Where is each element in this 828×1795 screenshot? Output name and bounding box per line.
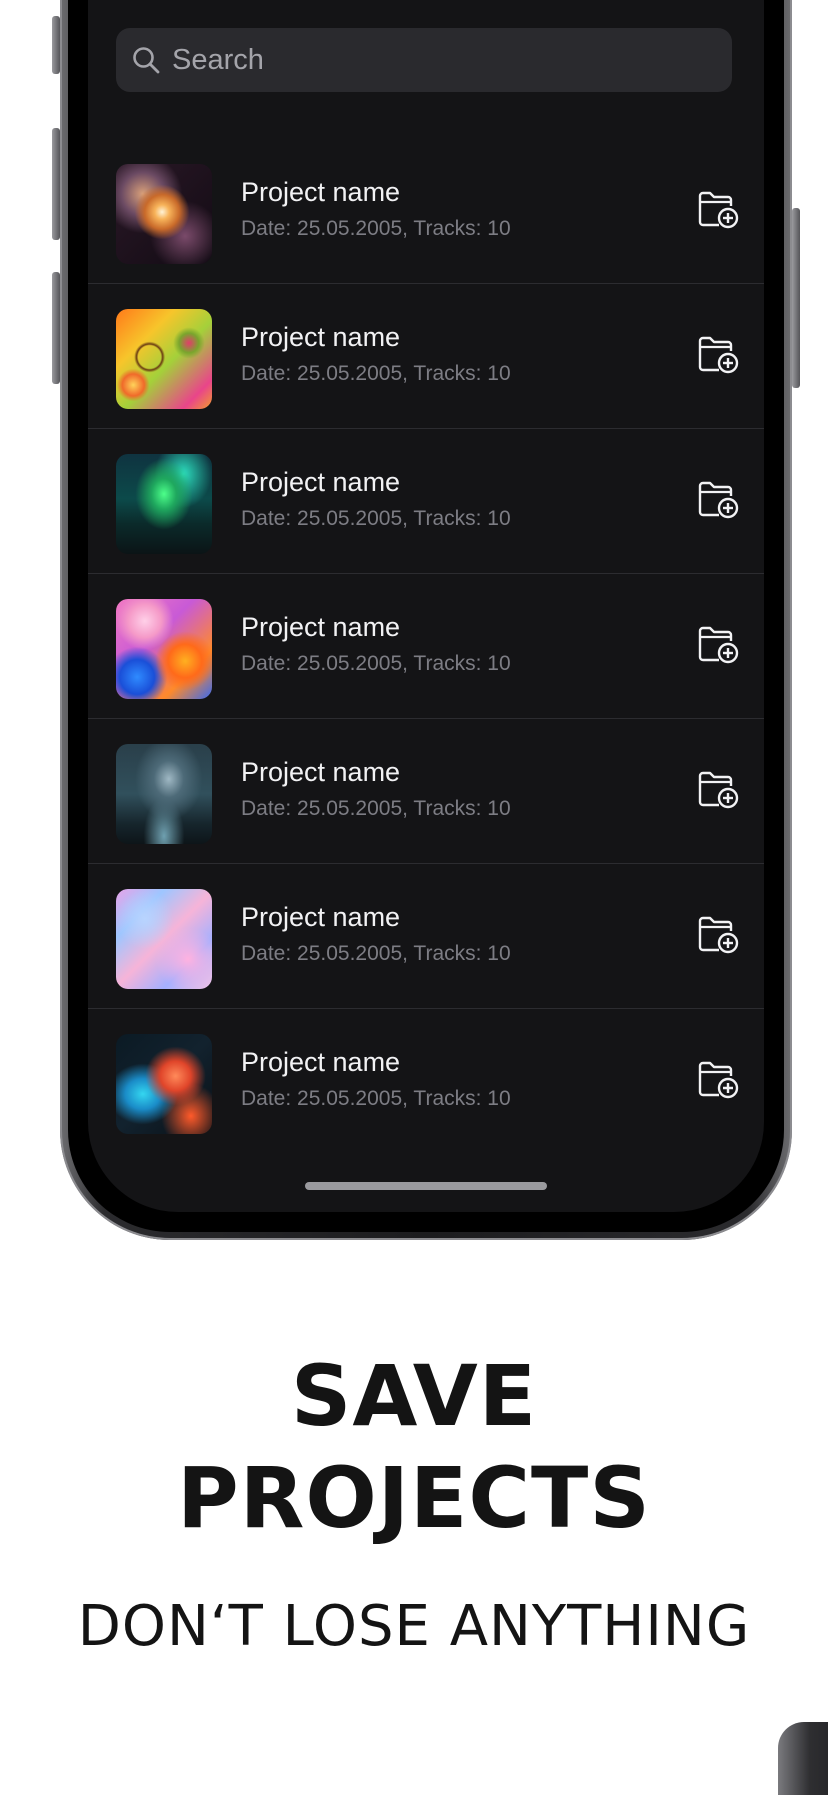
folder-add-icon — [698, 626, 739, 664]
project-title: Project name — [241, 902, 401, 932]
project-row[interactable]: Project name Date: 25.05.2005, Tracks: 1… — [88, 719, 764, 864]
save-project-button[interactable] — [694, 475, 742, 523]
project-meta: Date: 25.05.2005, Tracks: 10 — [241, 797, 511, 820]
project-row[interactable]: Project name Date: 25.05.2005, Tracks: 1… — [88, 284, 764, 429]
project-meta: Date: 25.05.2005, Tracks: 10 — [241, 217, 511, 240]
promo-page: Project name Date: 25.05.2005, Tracks: 1… — [0, 0, 828, 1795]
project-thumbnail — [116, 309, 212, 409]
project-thumbnail — [116, 744, 212, 844]
folder-add-icon — [698, 1061, 739, 1099]
save-project-button[interactable] — [694, 185, 742, 233]
folder-add-icon — [698, 481, 739, 519]
project-title: Project name — [241, 757, 401, 787]
home-indicator[interactable] — [305, 1182, 547, 1190]
headline-line-2: PROJECTS — [177, 1449, 651, 1547]
project-thumbnail — [116, 164, 212, 264]
search-bar[interactable] — [116, 27, 732, 93]
headline: SAVE PROJECTS — [0, 1345, 828, 1549]
folder-add-icon — [698, 191, 739, 229]
project-row[interactable]: Project name Date: 25.05.2005, Tracks: 1… — [88, 864, 764, 1009]
volume-up-button — [52, 128, 60, 240]
next-phone-peek — [778, 1722, 828, 1795]
project-meta: Date: 25.05.2005, Tracks: 10 — [241, 652, 511, 675]
save-project-button[interactable] — [694, 1055, 742, 1103]
project-row[interactable]: Project name Date: 25.05.2005, Tracks: 1… — [88, 574, 764, 719]
project-row[interactable]: Project name Date: 25.05.2005, Tracks: 1… — [88, 429, 764, 574]
project-thumbnail — [116, 1034, 212, 1134]
folder-add-icon — [698, 336, 739, 374]
project-meta: Date: 25.05.2005, Tracks: 10 — [241, 1087, 511, 1110]
project-meta: Date: 25.05.2005, Tracks: 10 — [241, 942, 511, 965]
project-list: Project name Date: 25.05.2005, Tracks: 1… — [88, 139, 764, 1153]
search-icon — [130, 44, 162, 76]
project-title: Project name — [241, 1047, 401, 1077]
project-title: Project name — [241, 322, 401, 352]
folder-add-icon — [698, 771, 739, 809]
save-project-button[interactable] — [694, 330, 742, 378]
save-project-button[interactable] — [694, 910, 742, 958]
project-meta: Date: 25.05.2005, Tracks: 10 — [241, 362, 511, 385]
project-row[interactable]: Project name Date: 25.05.2005, Tracks: 1… — [88, 1009, 764, 1153]
project-thumbnail — [116, 599, 212, 699]
mute-switch — [52, 16, 60, 74]
project-thumbnail — [116, 454, 212, 554]
subheadline: DON‘T LOSE ANYTHING — [77, 1594, 751, 1659]
save-project-button[interactable] — [694, 620, 742, 668]
project-title: Project name — [241, 467, 401, 497]
folder-add-icon — [698, 916, 739, 954]
project-thumbnail — [116, 889, 212, 989]
project-row[interactable]: Project name Date: 25.05.2005, Tracks: 1… — [88, 139, 764, 284]
volume-down-button — [52, 272, 60, 384]
project-title: Project name — [241, 177, 401, 207]
project-meta: Date: 25.05.2005, Tracks: 10 — [241, 507, 511, 530]
headline-line-1: SAVE — [290, 1347, 538, 1445]
save-project-button[interactable] — [694, 765, 742, 813]
phone-screen: Project name Date: 25.05.2005, Tracks: 1… — [88, 0, 764, 1212]
power-button — [792, 208, 800, 388]
search-input[interactable] — [162, 27, 732, 93]
project-title: Project name — [241, 612, 401, 642]
